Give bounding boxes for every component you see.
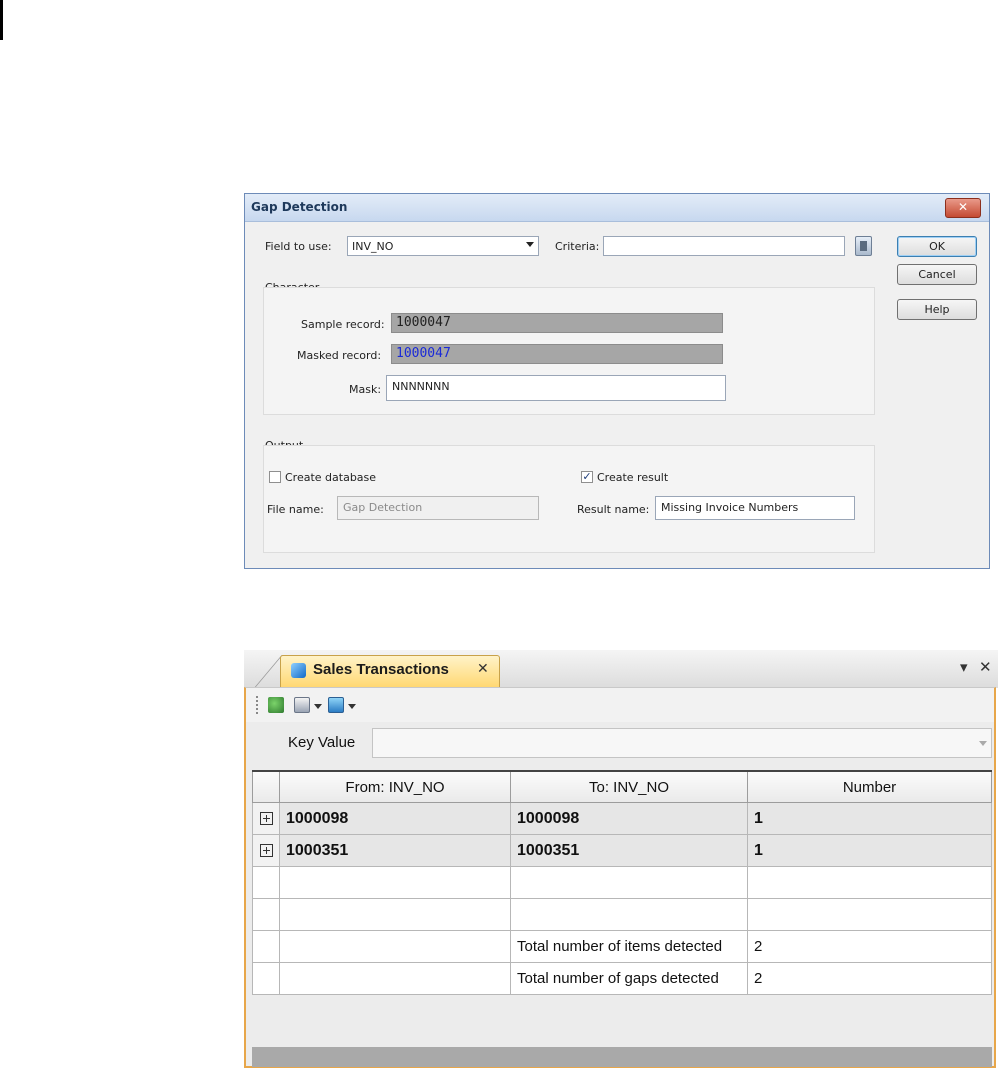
chevron-down-icon [526,242,534,247]
sales-transactions-panel: Sales Transactions ✕ ▾ ✕ Key Value From:… [244,650,998,1068]
help-button[interactable]: Help [897,299,977,320]
file-name-value: Gap Detection [343,501,423,514]
equation-editor-button[interactable] [855,236,872,256]
row-expander[interactable] [252,834,280,867]
tab-close-icon[interactable]: ✕ [477,661,489,677]
expand-plus-icon[interactable] [259,811,273,825]
summary-items-value: 2 [747,930,992,963]
mask-input[interactable]: NNNNNNN [386,375,726,401]
empty-cell [252,930,280,963]
cell-from[interactable]: 1000351 [279,834,511,867]
summary-gaps-value: 2 [747,962,992,995]
cell-number[interactable]: 1 [747,834,992,867]
export-icon[interactable] [268,697,284,713]
result-name-label: Result name: [577,503,650,516]
query-dropdown-arrow[interactable] [348,704,356,709]
masked-record-label: Masked record: [297,349,382,362]
sample-record-field: 1000047 [391,313,723,333]
summary-items-label: Total number of items detected [510,930,748,963]
cell-number[interactable]: 1 [747,802,992,835]
print-icon[interactable] [294,697,310,713]
file-name-input[interactable]: Gap Detection [337,496,539,520]
column-header-from[interactable]: From: INV_NO [279,770,511,803]
empty-cell [510,866,748,899]
pin-dropdown-icon[interactable]: ▾ [960,658,968,676]
print-dropdown-arrow[interactable] [314,704,322,709]
empty-cell [279,898,511,931]
dialog-close-button[interactable]: ✕ [945,198,981,218]
cell-to[interactable]: 1000351 [510,834,748,867]
tab-sales-transactions[interactable]: Sales Transactions ✕ [280,655,500,687]
empty-cell [747,898,992,931]
row-indicator-header [252,770,280,803]
criteria-label: Criteria: [555,240,600,253]
cancel-button[interactable]: Cancel [897,264,977,285]
chevron-down-icon [979,741,987,746]
sample-record-value: 1000047 [396,315,451,330]
dialog-title-bar: Gap Detection ✕ [245,194,989,222]
empty-cell [747,866,992,899]
mask-label: Mask: [349,383,382,396]
dialog-title: Gap Detection [251,200,348,214]
tab-strip: Sales Transactions ✕ ▾ ✕ [244,650,998,688]
empty-cell [510,898,748,931]
create-result-checkbox[interactable]: ✓ [581,471,593,483]
panel-body: Key Value From: INV_NO To: INV_NO Number… [244,687,996,1068]
database-cube-icon [291,663,306,678]
toolbar-grip[interactable] [256,696,258,716]
summary-row: Total number of items detected 2 [252,930,992,963]
summary-row: Total number of gaps detected 2 [252,962,992,995]
masked-record-value: 1000047 [396,346,451,361]
close-icon: ✕ [957,200,969,214]
panel-close-icon[interactable]: ✕ [979,658,992,676]
empty-cell [279,866,511,899]
expand-plus-icon[interactable] [259,843,273,857]
field-to-use-value: INV_NO [352,240,394,253]
window-edge-marker [0,0,3,40]
empty-cell [252,962,280,995]
table-row[interactable]: 1000098 1000098 1 [252,802,992,835]
table-row[interactable]: 1000351 1000351 1 [252,834,992,867]
table-header-row: From: INV_NO To: INV_NO Number [252,770,992,803]
tab-label: Sales Transactions [313,661,449,678]
result-name-input[interactable]: Missing Invoice Numbers [655,496,855,520]
query-icon[interactable] [328,697,344,713]
criteria-input[interactable] [603,236,845,256]
result-name-value: Missing Invoice Numbers [661,501,799,514]
create-result-label: Create result [597,471,669,484]
mask-value: NNNNNNN [392,380,450,393]
empty-cell [279,930,511,963]
sample-record-label: Sample record: [301,318,385,331]
ok-button[interactable]: OK [897,236,977,257]
result-toolbar [246,688,994,722]
empty-cell [252,866,280,899]
key-value-label: Key Value [288,734,356,751]
cell-from[interactable]: 1000098 [279,802,511,835]
empty-cell [252,898,280,931]
field-to-use-select[interactable]: INV_NO [347,236,539,256]
cell-to[interactable]: 1000098 [510,802,748,835]
column-header-to[interactable]: To: INV_NO [510,770,748,803]
key-value-select[interactable] [372,728,992,758]
gap-detection-dialog: Gap Detection ✕ Field to use: INV_NO Cri… [244,193,990,569]
empty-cell [279,962,511,995]
field-to-use-label: Field to use: [265,240,332,253]
summary-gaps-label: Total number of gaps detected [510,962,748,995]
masked-record-field: 1000047 [391,344,723,364]
grid-footer [252,1047,992,1067]
calculator-icon [860,241,867,251]
gap-results-table: From: INV_NO To: INV_NO Number 1000098 1… [252,770,992,995]
table-row-empty [252,866,992,899]
create-database-checkbox[interactable] [269,471,281,483]
row-expander[interactable] [252,802,280,835]
file-name-label: File name: [267,503,324,516]
column-header-number[interactable]: Number [747,770,992,803]
create-database-label: Create database [285,471,377,484]
table-row-empty [252,898,992,931]
